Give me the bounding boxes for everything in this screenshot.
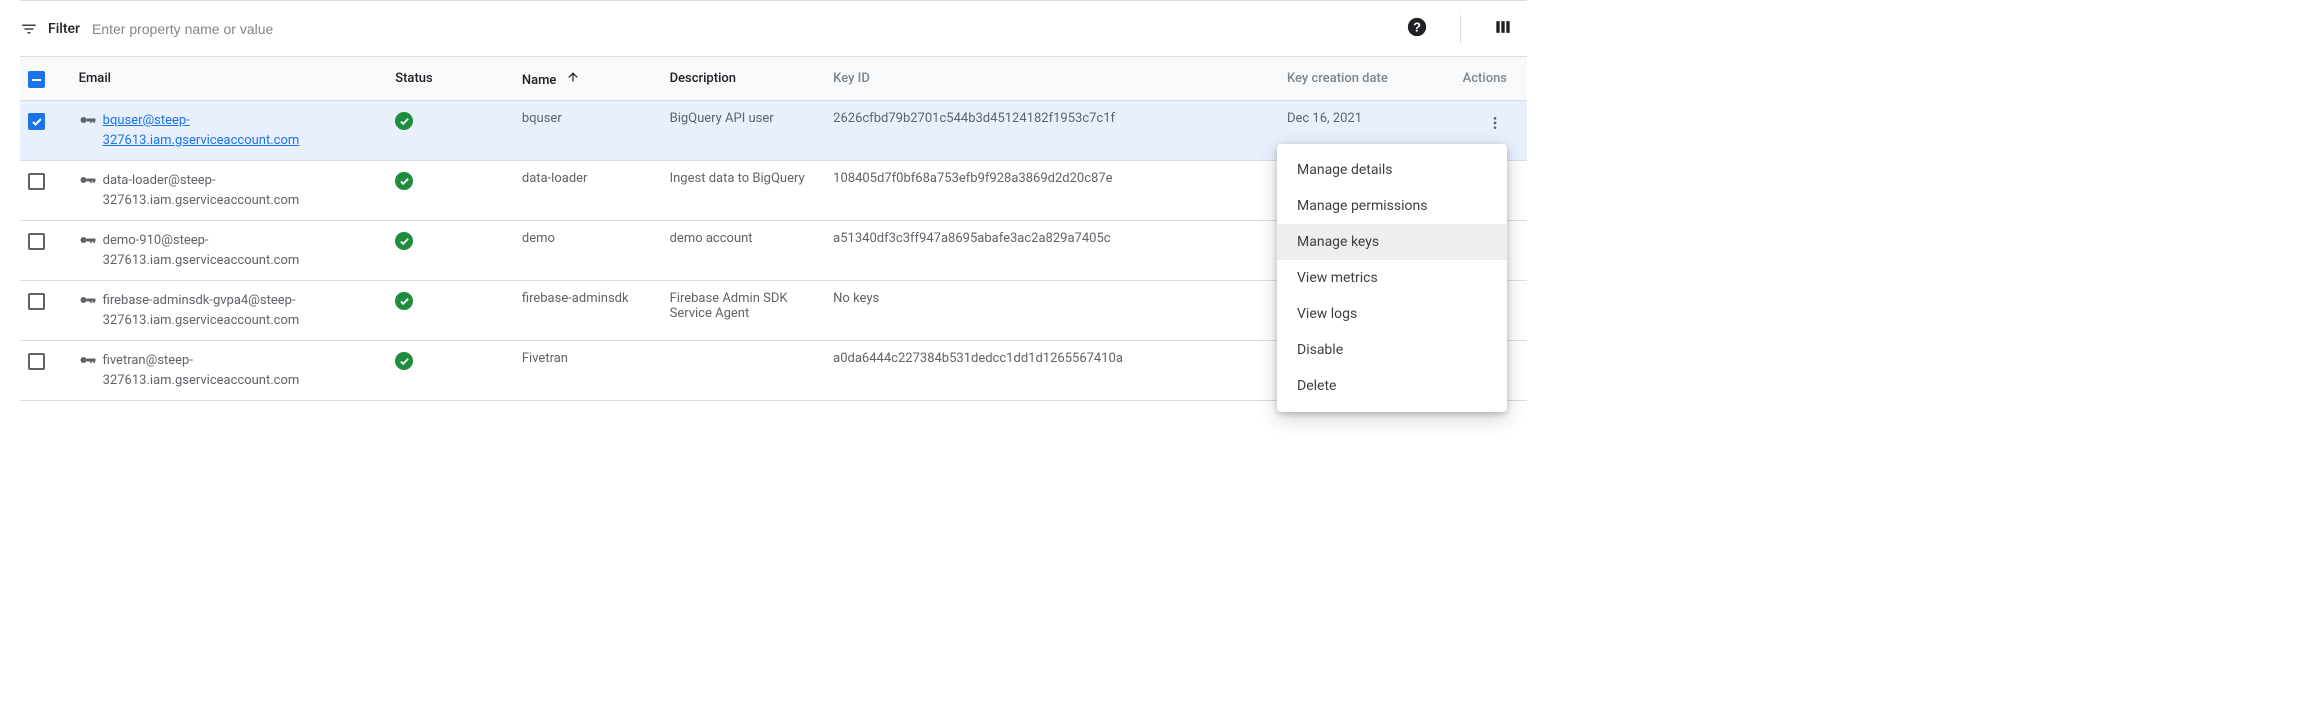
keyid-cell: No keys — [825, 281, 1279, 341]
description-cell: BigQuery API user — [662, 101, 826, 161]
service-account-icon — [79, 293, 97, 311]
keyid-cell: a51340df3c3ff947a8695abafe3ac2a829a7405c — [825, 221, 1279, 281]
select-all-checkbox[interactable] — [28, 71, 45, 88]
email-link: firebase-adminsdk-gvpa4@steep-327613.iam… — [103, 291, 380, 330]
filter-bar: Filter ? — [20, 0, 1527, 56]
menu-view-logs[interactable]: View logs — [1277, 296, 1507, 332]
menu-view-metrics[interactable]: View metrics — [1277, 260, 1507, 296]
name-cell: Fivetran — [514, 341, 662, 401]
email-link: demo-910@steep-327613.iam.gserviceaccoun… — [103, 231, 380, 270]
description-cell: demo account — [662, 221, 826, 281]
col-header-keyid[interactable]: Key ID — [825, 57, 1279, 101]
service-account-icon — [79, 353, 97, 371]
menu-manage-details[interactable]: Manage details — [1277, 152, 1507, 188]
filter-icon — [20, 20, 38, 38]
divider — [1460, 15, 1461, 43]
status-enabled-icon — [395, 232, 413, 250]
filter-input[interactable] — [90, 20, 410, 38]
svg-text:?: ? — [1413, 20, 1421, 35]
status-enabled-icon — [395, 292, 413, 310]
service-account-icon — [79, 113, 97, 131]
name-cell: firebase-adminsdk — [514, 281, 662, 341]
filter-label: Filter — [48, 21, 80, 37]
email-link: fivetran@steep-327613.iam.gserviceaccoun… — [103, 351, 380, 390]
menu-delete[interactable]: Delete — [1277, 368, 1507, 404]
email-link: data-loader@steep-327613.iam.gserviceacc… — [103, 171, 380, 210]
sort-asc-icon — [566, 73, 580, 88]
row-checkbox[interactable] — [28, 353, 45, 370]
service-account-icon — [79, 233, 97, 251]
status-enabled-icon — [395, 112, 413, 130]
description-cell: Ingest data to BigQuery — [662, 161, 826, 221]
status-enabled-icon — [395, 172, 413, 190]
keyid-cell: 108405d7f0bf68a753efb9f928a3869d2d20c87e — [825, 161, 1279, 221]
keyid-cell: 2626cfbd79b2701c544b3d45124182f1953c7c1f — [825, 101, 1279, 161]
email-link[interactable]: bquser@steep-327613.iam.gserviceaccount.… — [103, 111, 380, 150]
col-header-status[interactable]: Status — [387, 57, 514, 101]
col-header-email[interactable]: Email — [71, 57, 388, 101]
table-header-row: Email Status Name Description Key ID Key… — [20, 57, 1527, 101]
name-cell: data-loader — [514, 161, 662, 221]
row-checkbox[interactable] — [28, 173, 45, 190]
name-cell: bquser — [514, 101, 662, 161]
row-actions-menu: Manage details Manage permissions Manage… — [1277, 144, 1507, 412]
col-header-actions: Actions — [1437, 57, 1527, 101]
help-icon: ? — [1406, 16, 1428, 41]
row-checkbox[interactable] — [28, 113, 45, 130]
row-actions-button[interactable] — [1483, 111, 1507, 138]
columns-icon — [1493, 17, 1513, 40]
col-header-keydate[interactable]: Key creation date — [1279, 57, 1437, 101]
help-button[interactable]: ? — [1402, 12, 1432, 45]
menu-disable[interactable]: Disable — [1277, 332, 1507, 368]
row-checkbox[interactable] — [28, 233, 45, 250]
menu-manage-permissions[interactable]: Manage permissions — [1277, 188, 1507, 224]
status-enabled-icon — [395, 352, 413, 370]
service-account-icon — [79, 173, 97, 191]
col-header-description[interactable]: Description — [662, 57, 826, 101]
description-cell — [662, 341, 826, 401]
col-header-name[interactable]: Name — [514, 57, 662, 101]
more-vert-icon — [1487, 119, 1503, 134]
menu-manage-keys[interactable]: Manage keys — [1277, 224, 1507, 260]
row-checkbox[interactable] — [28, 293, 45, 310]
keyid-cell: a0da6444c227384b531dedcc1dd1d1265567410a — [825, 341, 1279, 401]
name-cell: demo — [514, 221, 662, 281]
description-cell: Firebase Admin SDK Service Agent — [662, 281, 826, 341]
columns-button[interactable] — [1489, 13, 1517, 44]
